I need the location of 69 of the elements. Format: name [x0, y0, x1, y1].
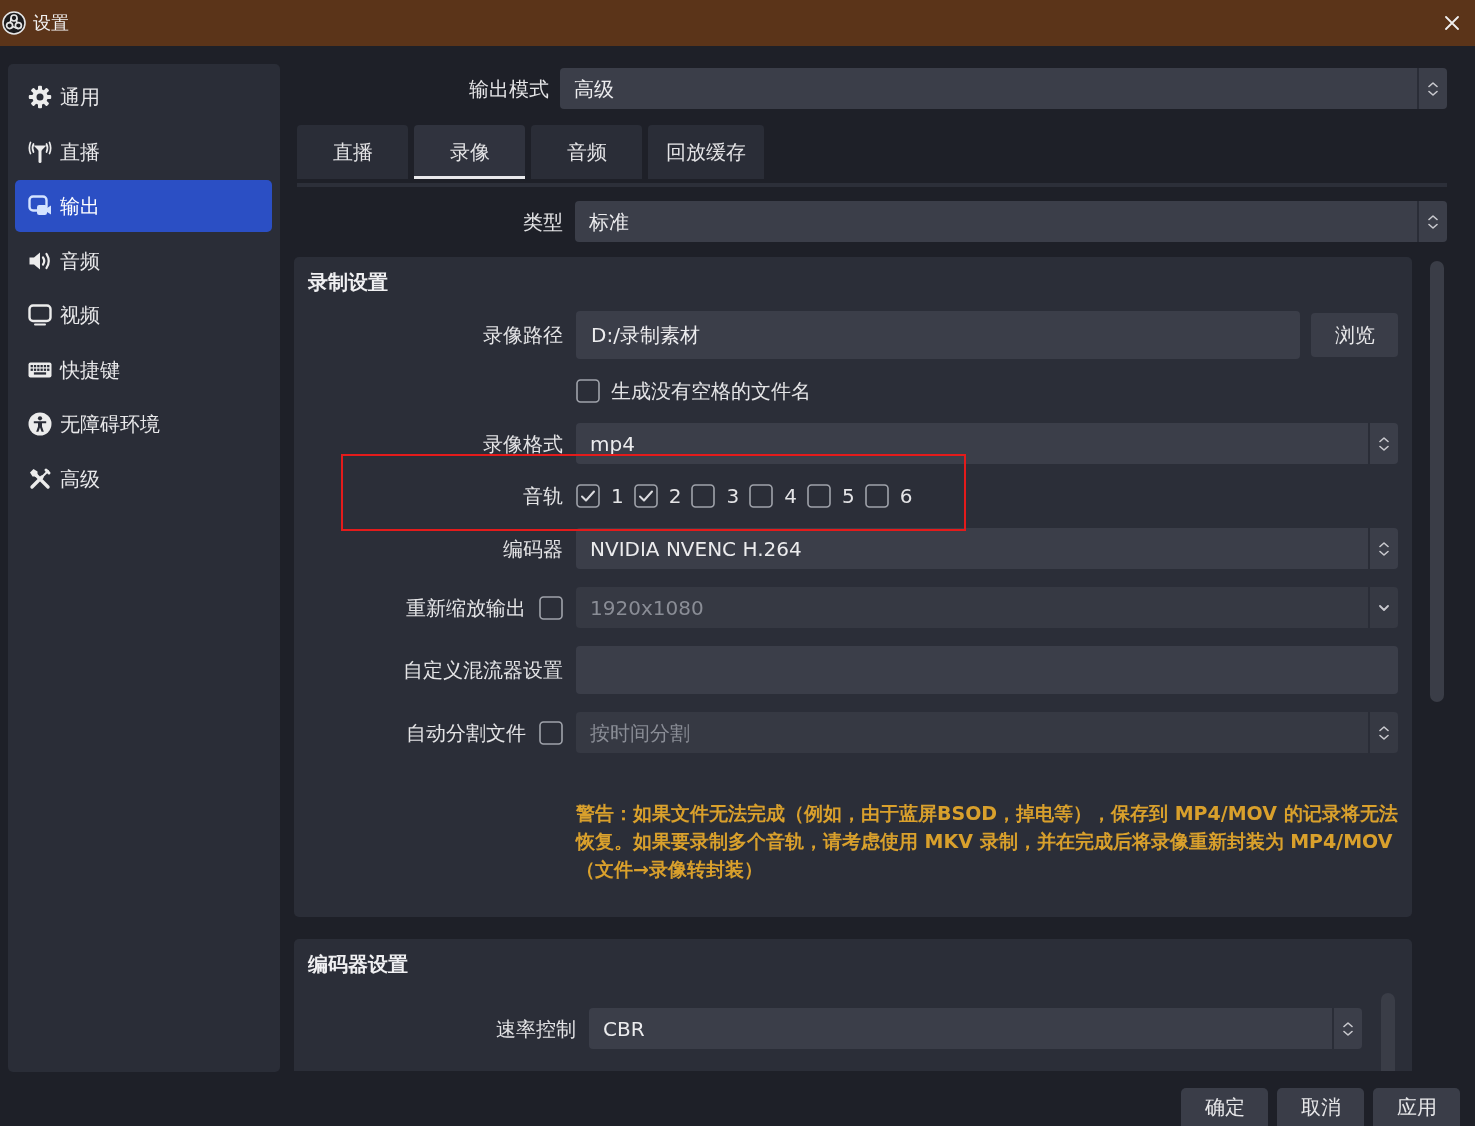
- group-title: 录制设置: [308, 269, 389, 296]
- tab[interactable]: 直播: [297, 125, 408, 179]
- up-down-chevron-icon: [1379, 725, 1389, 740]
- scrollbar-thumb[interactable]: [1430, 261, 1444, 702]
- up-down-chevron-icon: [1343, 1021, 1353, 1036]
- checkbox[interactable]: [749, 484, 774, 508]
- field-label: 自定义混流器设置: [403, 657, 563, 684]
- up-down-chevron-icon: [1428, 214, 1438, 229]
- dialog-button[interactable]: 应用: [1373, 1088, 1460, 1126]
- up-down-chevron-icon: [1379, 436, 1389, 451]
- checkbox[interactable]: [806, 484, 831, 508]
- dialog-button[interactable]: 确定: [1181, 1088, 1268, 1126]
- tab[interactable]: 回放缓存: [648, 125, 764, 179]
- up-down-chevron-icon: [1379, 541, 1389, 556]
- sidebar-item[interactable]: 输出: [15, 180, 272, 232]
- up-down-chevron-icon: [1428, 81, 1438, 96]
- sidebar-item[interactable]: 视频: [15, 289, 272, 341]
- scrollbar-thumb[interactable]: [1381, 993, 1395, 1071]
- antenna-icon: [28, 139, 52, 164]
- tools-icon: [28, 466, 52, 491]
- dropdown[interactable]: CBR: [589, 1008, 1362, 1049]
- field-label: 速率控制: [496, 1015, 576, 1043]
- checkbox[interactable]: [691, 484, 716, 508]
- person-circle-icon: [28, 412, 52, 436]
- checkbox[interactable]: [539, 595, 563, 620]
- field-label: 编码器: [503, 535, 563, 563]
- sidebar-item[interactable]: 直播: [15, 125, 272, 178]
- dropdown[interactable]: 标准: [575, 201, 1447, 242]
- field-label: 录像格式: [483, 430, 563, 458]
- tab[interactable]: 音频: [531, 125, 642, 179]
- warning-text: 警告：如果文件无法完成（例如，由于蓝屏BSOD，掉电等），保存到 MP4/MOV 的记录将无法恢复。如果要录制多个音轨，请考虑使用 MKV 录制，并在完成后将录像重新封装为 MP4/MOV（文件→录像转封装）: [576, 801, 1398, 882]
- field-label: 录像路径: [483, 322, 563, 349]
- input-field[interactable]: D:/录制素材: [576, 311, 1300, 359]
- app-logo-icon: [2, 11, 26, 35]
- sidebar-item[interactable]: 快捷键: [15, 343, 272, 396]
- dialog-button[interactable]: 取消: [1277, 1088, 1364, 1126]
- checkbox[interactable]: [576, 484, 600, 508]
- dropdown[interactable]: mp4: [576, 423, 1398, 464]
- checkbox-label[interactable]: 2: [668, 482, 682, 510]
- monitor-icon: [28, 303, 52, 327]
- sidebar-item[interactable]: 音频: [15, 234, 272, 287]
- window-title: 设置: [33, 11, 69, 36]
- field-label: 类型: [523, 208, 563, 236]
- group-title: 编码器设置: [308, 951, 409, 978]
- checkbox[interactable]: [864, 484, 889, 508]
- sidebar-item[interactable]: 高级: [15, 452, 272, 505]
- checkbox-label[interactable]: 1: [611, 482, 624, 510]
- sidebar-item[interactable]: 无障碍环境: [15, 398, 272, 450]
- dropdown[interactable]: NVIDIA NVENC H.264: [576, 528, 1398, 569]
- browse-button[interactable]: 浏览: [1311, 313, 1398, 357]
- checkbox-label[interactable]: 3: [726, 482, 740, 510]
- gear-icon: [28, 85, 52, 109]
- sidebar-item[interactable]: 通用: [15, 71, 272, 123]
- chevron-down-icon: [1379, 604, 1389, 611]
- checkbox-label[interactable]: 6: [899, 482, 913, 510]
- tab[interactable]: 录像: [414, 125, 525, 179]
- checkbox-label[interactable]: 生成没有空格的文件名: [611, 377, 811, 405]
- field-label: 自动分割文件: [406, 719, 526, 747]
- field-label: 重新缩放输出: [406, 594, 526, 622]
- screen-camera-icon: [28, 194, 52, 218]
- checkbox[interactable]: [633, 484, 658, 508]
- field-label: 输出模式: [469, 75, 549, 103]
- checkbox[interactable]: [539, 720, 563, 745]
- checkbox[interactable]: [576, 379, 600, 403]
- field-label: 音轨: [523, 483, 563, 510]
- close-icon[interactable]: [1445, 16, 1459, 30]
- dropdown[interactable]: 高级: [560, 68, 1447, 109]
- checkbox-label[interactable]: 4: [784, 482, 797, 510]
- checkbox-label[interactable]: 5: [841, 482, 855, 510]
